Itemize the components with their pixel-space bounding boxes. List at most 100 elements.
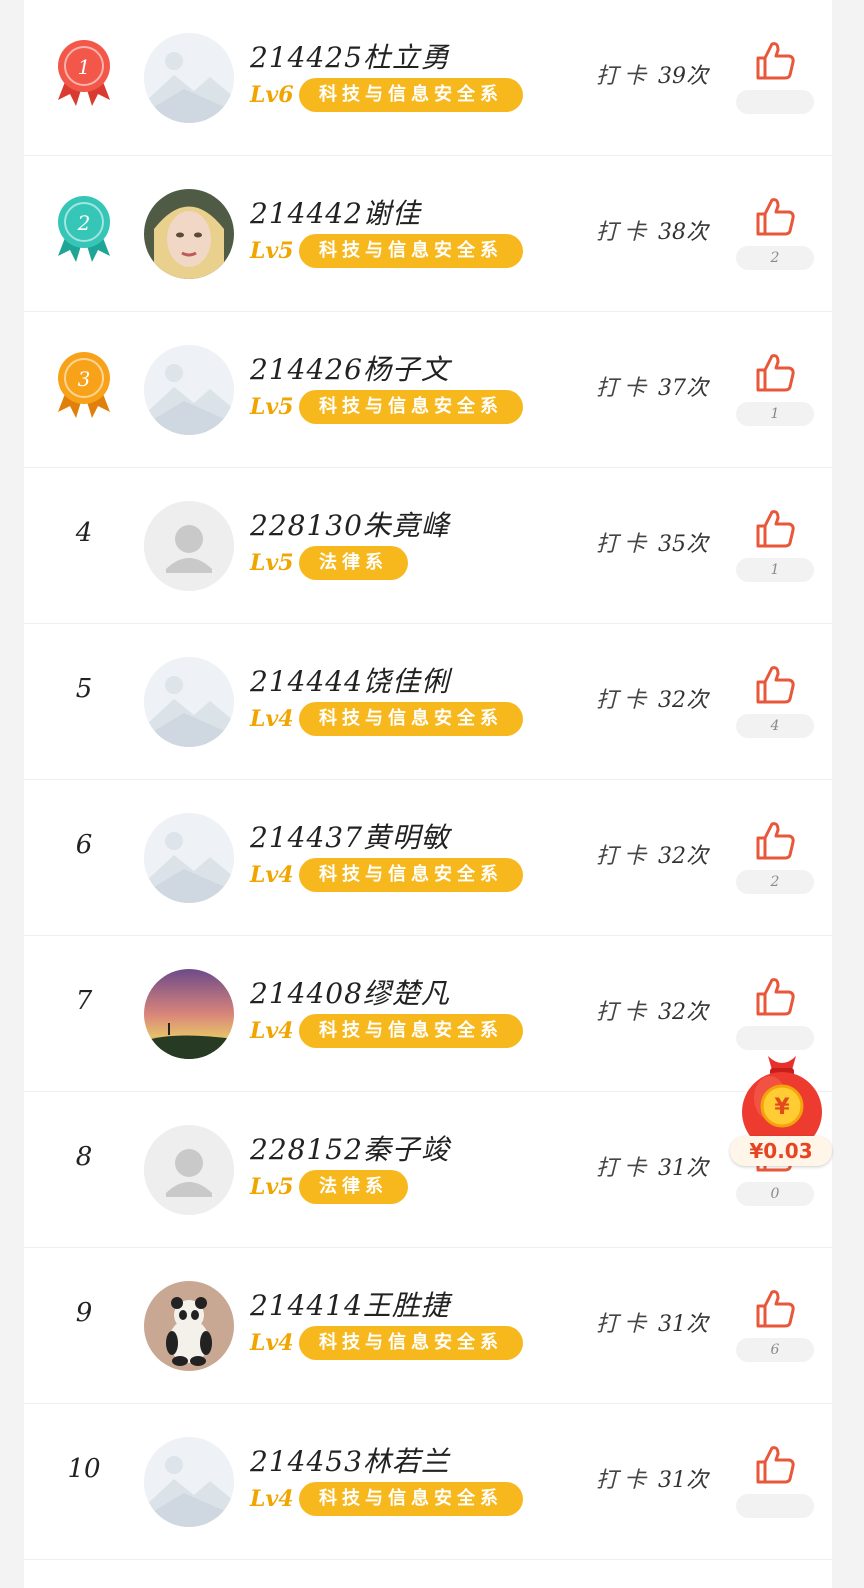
checkin-count: 打卡 37次 [596,370,708,402]
like-count [736,1494,814,1518]
department-tag: 科技与信息安全系 [299,1482,523,1516]
svg-text:¥: ¥ [774,1095,790,1120]
checkin-label: 打卡 [596,1000,653,1025]
thumbs-up-icon[interactable] [752,194,798,240]
checkin-label: 打卡 [596,688,653,713]
department-tag: 科技与信息安全系 [299,1014,523,1048]
like-count: 0 [736,1182,814,1206]
thumbs-up-icon[interactable] [752,506,798,552]
avatar[interactable] [144,813,234,903]
list-item[interactable]: 10 214453林若兰 Lv4 科技与信息安全系 打卡 31次 [24,1404,832,1560]
user-name: 214453林若兰 [250,1445,450,1478]
thumbs-up-icon[interactable] [752,38,798,84]
checkin-value: 31次 [658,1156,709,1181]
medal-icon: 1 [54,38,114,108]
checkin-label: 打卡 [596,376,653,401]
red-packet-amount[interactable]: ¥0.03 [730,1136,832,1166]
checkin-label: 打卡 [596,1156,653,1181]
user-name: 214442谢佳 [250,197,421,230]
department-tag: 法律系 [299,546,408,580]
list-item[interactable]: 4 228130朱竟峰 Lv5 法律系 打卡 35次 1 [24,468,832,624]
avatar[interactable] [144,501,234,591]
department-tag: 科技与信息安全系 [299,702,523,736]
avatar[interactable] [144,969,234,1059]
level-badge: Lv4 [250,1330,294,1356]
department-tag: 科技与信息安全系 [299,234,523,268]
svg-text:3: 3 [78,367,91,391]
avatar[interactable] [144,1125,234,1215]
thumbs-up-icon[interactable] [752,974,798,1020]
rank-number: 10 [67,1454,101,1484]
checkin-value: 32次 [658,844,709,869]
checkin-label: 打卡 [596,1312,653,1337]
avatar[interactable] [144,657,234,747]
like-count: 6 [736,1338,814,1362]
rank-number: 5 [75,674,93,704]
level-badge: Lv4 [250,862,294,888]
checkin-label: 打卡 [596,220,653,245]
thumbs-up-icon[interactable] [752,818,798,864]
list-item[interactable]: 7 214408缪楚凡 Lv4 科技与信息安全系 打卡 32次 [24,936,832,1092]
svg-text:2: 2 [77,211,91,235]
level-badge: Lv5 [250,550,294,576]
rank-number: 9 [75,1298,93,1328]
checkin-count: 打卡 32次 [596,682,708,714]
user-name: 214408缪楚凡 [250,977,450,1010]
list-item[interactable]: 9 214414王胜捷 Lv4 科技与信息安全系 打卡 31次 6 [24,1248,832,1404]
checkin-label: 打卡 [596,844,653,869]
avatar[interactable] [144,33,234,123]
avatar[interactable] [144,1437,234,1527]
user-name: 214414王胜捷 [250,1289,450,1322]
thumbs-up-icon[interactable] [752,662,798,708]
ranking-list: 1 214425杜立勇 Lv6 科技与信息安全系 打卡 39次 2 214442谢佳 Lv5 科技… [24,0,832,1588]
thumbs-up-icon[interactable] [752,350,798,396]
avatar[interactable] [144,1281,234,1371]
list-item[interactable]: 2 214442谢佳 Lv5 科技与信息安全系 打卡 38次 2 [24,156,832,312]
thumbs-up-icon[interactable] [752,1286,798,1332]
level-badge: Lv5 [250,1174,294,1200]
checkin-value: 37次 [658,376,709,401]
user-name: 214426杨子文 [250,353,450,386]
user-name: 214444饶佳俐 [250,665,450,698]
list-item[interactable]: 1 214425杜立勇 Lv6 科技与信息安全系 打卡 39次 [24,0,832,156]
checkin-count: 打卡 32次 [596,994,708,1026]
rank-number: 8 [75,1142,93,1172]
checkin-value: 35次 [658,532,709,557]
like-count: 2 [736,870,814,894]
department-tag: 科技与信息安全系 [299,858,523,892]
level-badge: Lv6 [250,82,294,108]
department-tag: 法律系 [299,1170,408,1204]
user-name: 214437黄明敏 [250,821,450,854]
avatar[interactable] [144,345,234,435]
medal-icon: 3 [54,350,114,420]
checkin-value: 32次 [658,1000,709,1025]
checkin-label: 打卡 [596,532,653,557]
checkin-value: 32次 [658,688,709,713]
level-badge: Lv5 [250,394,294,420]
department-tag: 科技与信息安全系 [299,78,523,112]
list-item[interactable]: 6 214437黄明敏 Lv4 科技与信息安全系 打卡 32次 2 [24,780,832,936]
like-count: 2 [736,246,814,270]
level-badge: Lv4 [250,1018,294,1044]
checkin-count: 打卡 31次 [596,1462,708,1494]
rank-number: 4 [75,518,93,548]
rank-number: 7 [75,986,93,1016]
checkin-count: 打卡 38次 [596,214,708,246]
list-item[interactable]: 5 214444饶佳俐 Lv4 科技与信息安全系 打卡 32次 4 [24,624,832,780]
checkin-count: 打卡 32次 [596,838,708,870]
level-badge: Lv4 [250,1486,294,1512]
checkin-count: 打卡 35次 [596,526,708,558]
list-item[interactable]: 3 214426杨子文 Lv5 科技与信息安全系 打卡 37次 1 [24,312,832,468]
like-count: 1 [736,402,814,426]
rank-number: 6 [75,830,93,860]
checkin-value: 38次 [658,220,709,245]
svg-text:1: 1 [78,55,91,79]
checkin-label: 打卡 [596,64,653,89]
checkin-count: 打卡 31次 [596,1306,708,1338]
user-name: 214425杜立勇 [250,41,450,74]
list-item[interactable]: 8 228152秦子竣 Lv5 法律系 打卡 31次 0 [24,1092,832,1248]
thumbs-up-icon[interactable] [752,1442,798,1488]
checkin-label: 打卡 [596,1468,653,1493]
level-badge: Lv4 [250,706,294,732]
avatar[interactable] [144,189,234,279]
